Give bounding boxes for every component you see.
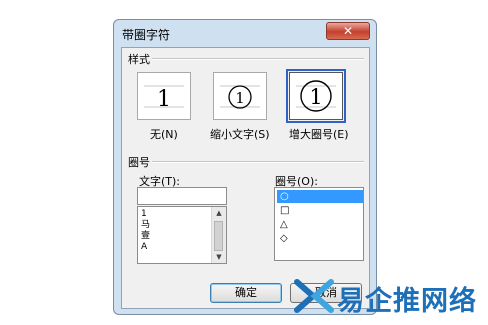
style-enlarge-label: 增大圈号(E) bbox=[289, 128, 349, 141]
symbol-item-circle[interactable]: ○ bbox=[277, 190, 363, 203]
watermark: 易企推网络 bbox=[293, 276, 488, 318]
style-none-glyph: 1 bbox=[157, 87, 171, 112]
style-none-label: 无(N) bbox=[150, 128, 178, 141]
text-list[interactable]: 1 马 壹 A ▲ ▼ bbox=[137, 206, 227, 264]
ok-button[interactable]: 确定 bbox=[210, 283, 282, 303]
close-button[interactable]: ✕ bbox=[326, 22, 370, 40]
watermark-logo-icon bbox=[294, 279, 334, 313]
watermark-text: 易企推网络 bbox=[337, 286, 477, 317]
style-option-none[interactable]: 1 bbox=[137, 72, 191, 120]
text-input[interactable] bbox=[137, 187, 227, 205]
dialog-body: 样式 1 无(N) 1 缩小文字(S) 1 增大圈号(E) 圈号 文字(T): … bbox=[121, 47, 370, 309]
text-list-item[interactable]: 马 bbox=[141, 220, 150, 231]
scroll-up-arrow-icon[interactable]: ▲ bbox=[212, 207, 226, 219]
enclosed-characters-dialog: 带圈字符 ✕ 样式 1 无(N) 1 缩小文字(S) 1 增大圈号(E) 圈号 … bbox=[113, 19, 377, 315]
style-section-label: 样式 bbox=[128, 53, 150, 66]
style-enlarge-glyph: 1 bbox=[309, 85, 322, 109]
text-list-item[interactable]: A bbox=[141, 242, 147, 253]
text-list-item[interactable]: 1 bbox=[141, 209, 147, 220]
symbol-item-square[interactable]: □ bbox=[277, 204, 363, 217]
dialog-title: 带圈字符 bbox=[122, 28, 171, 42]
close-icon: ✕ bbox=[342, 24, 354, 38]
style-none-preview-icon: 1 bbox=[144, 85, 184, 112]
scroll-down-arrow-icon[interactable]: ▼ bbox=[212, 251, 226, 263]
title-bar[interactable]: 带圈字符 ✕ bbox=[114, 20, 376, 46]
style-separator bbox=[152, 58, 364, 60]
style-enlarge-preview-icon: 1 bbox=[296, 80, 336, 112]
style-shrink-glyph: 1 bbox=[235, 89, 245, 107]
text-list-scrollbar[interactable]: ▲ ▼ bbox=[211, 207, 226, 263]
enclosure-section-label: 圈号 bbox=[128, 156, 150, 169]
symbol-list[interactable]: ○ □ △ ◇ bbox=[274, 187, 364, 261]
style-shrink-preview-icon: 1 bbox=[220, 85, 260, 109]
scroll-thumb[interactable] bbox=[214, 221, 223, 251]
style-shrink-label: 缩小文字(S) bbox=[210, 128, 270, 141]
style-option-shrink-text[interactable]: 1 bbox=[213, 72, 267, 120]
symbol-item-diamond[interactable]: ◇ bbox=[277, 232, 363, 245]
enclosure-separator bbox=[152, 161, 364, 163]
style-option-enlarge-symbol[interactable]: 1 bbox=[286, 69, 346, 123]
symbol-item-triangle[interactable]: △ bbox=[277, 218, 363, 231]
text-list-item[interactable]: 壹 bbox=[141, 231, 150, 242]
